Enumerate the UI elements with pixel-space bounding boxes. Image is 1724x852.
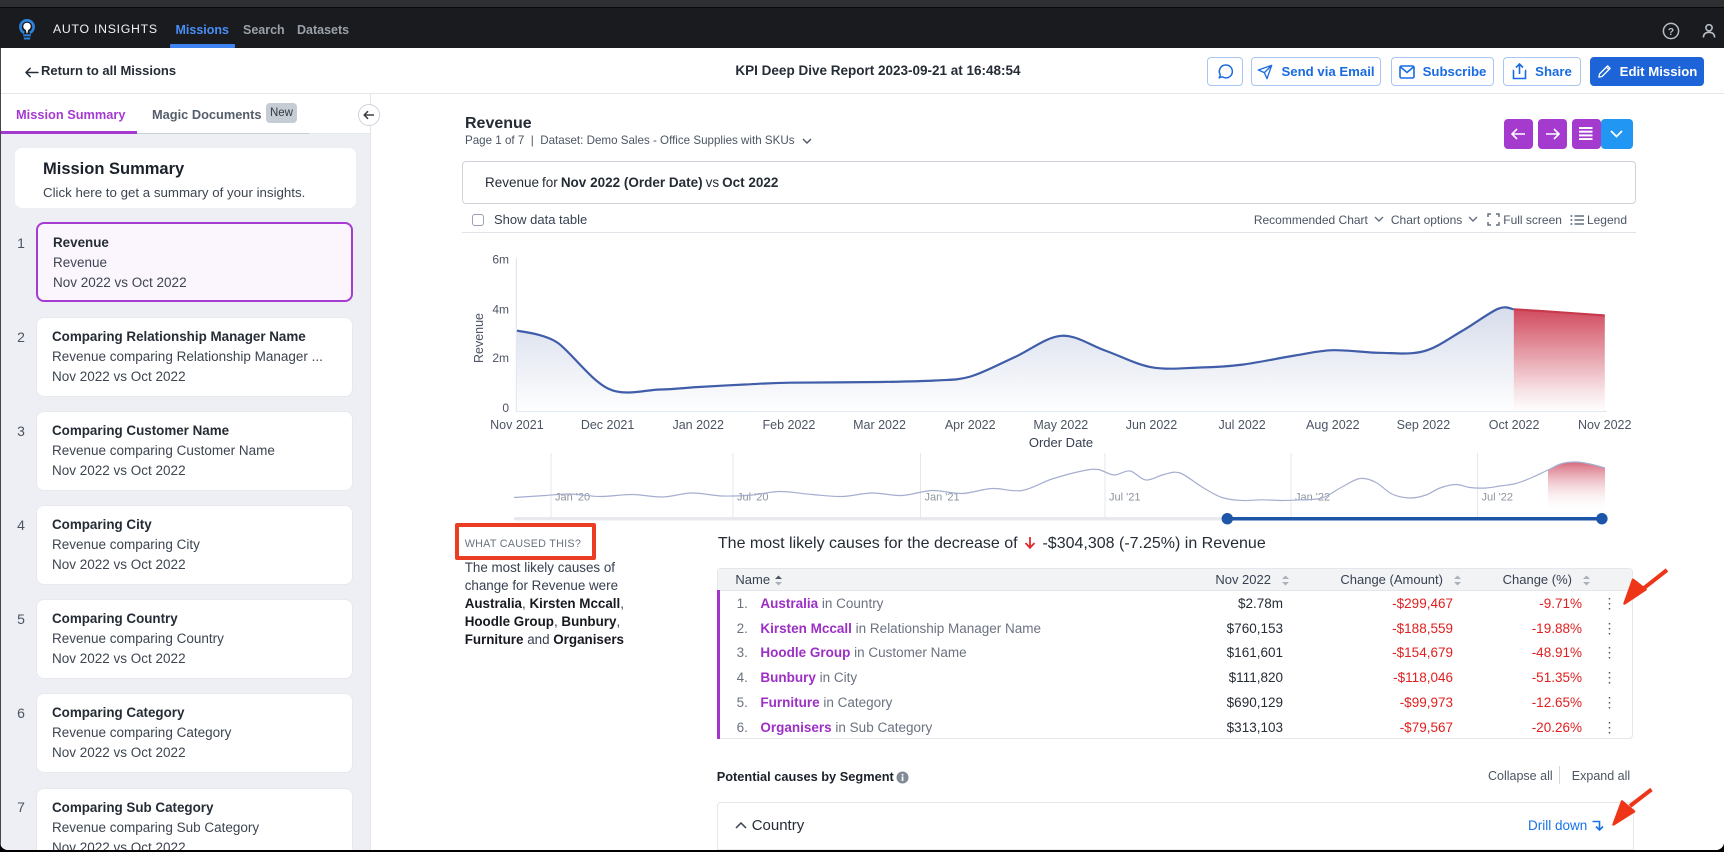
svg-text:?: ? xyxy=(1668,26,1674,38)
